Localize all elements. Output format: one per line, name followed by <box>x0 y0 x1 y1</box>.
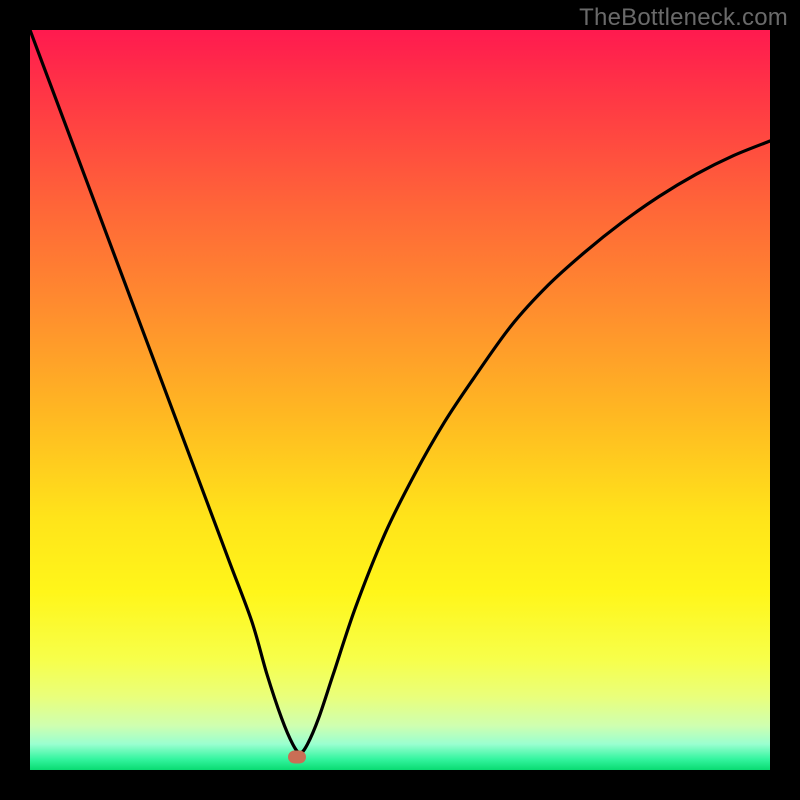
optimum-marker <box>288 750 306 763</box>
bottleneck-curve <box>30 30 770 770</box>
watermark-label: TheBottleneck.com <box>579 4 788 32</box>
chart-frame: TheBottleneck.com <box>0 0 800 800</box>
plot-area <box>30 30 770 770</box>
